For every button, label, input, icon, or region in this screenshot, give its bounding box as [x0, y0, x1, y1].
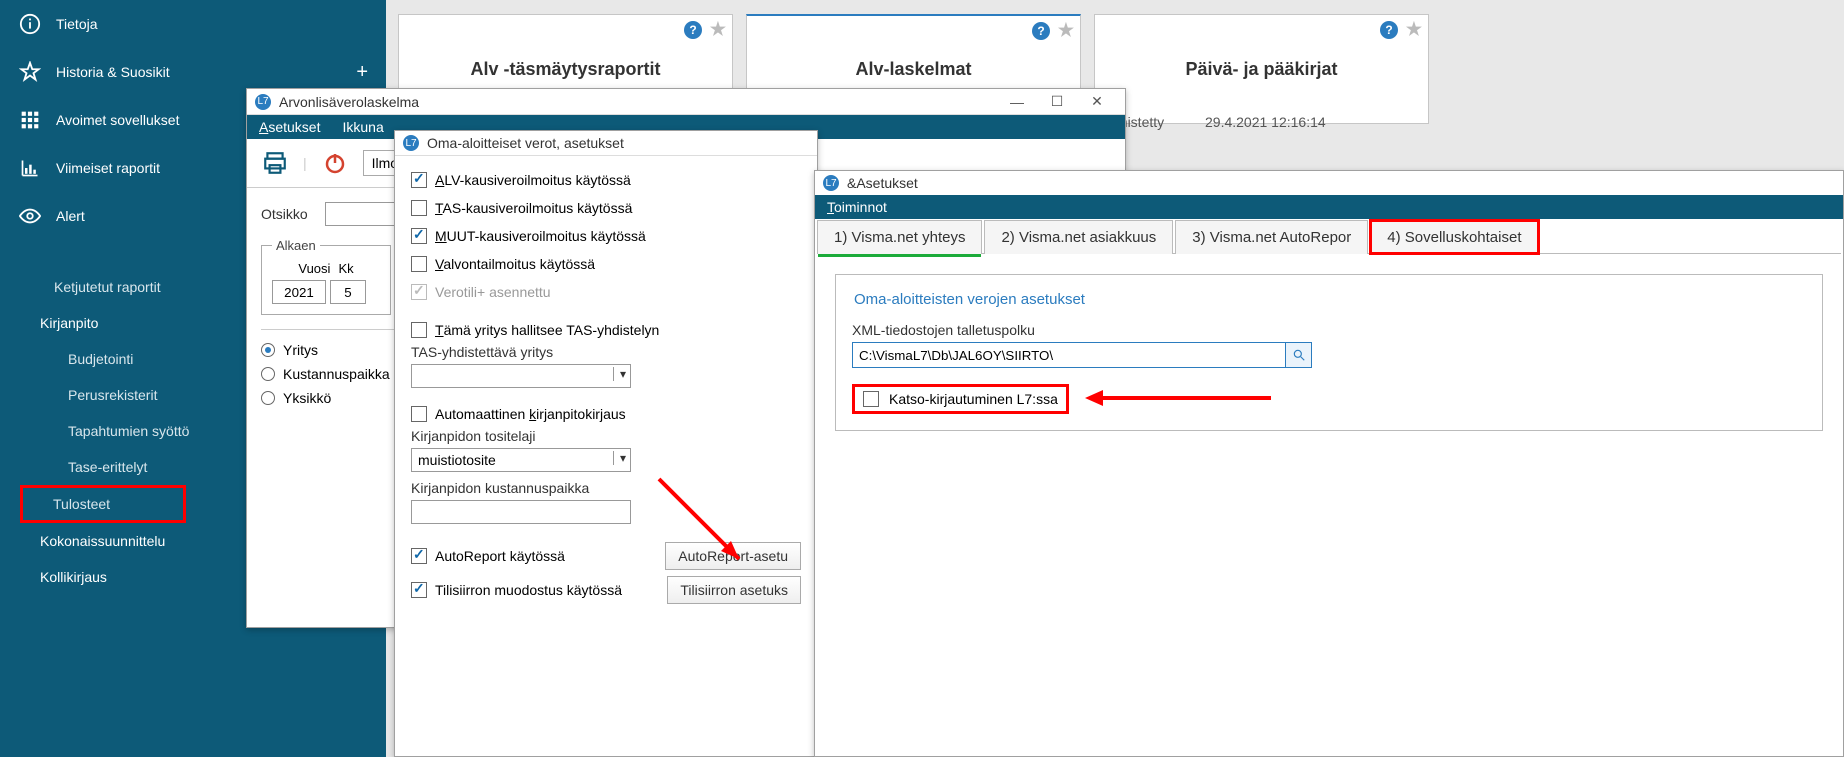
check-verotili: Verotili+ asennettu: [411, 278, 801, 306]
app-icon: L7: [255, 94, 271, 110]
tab-visma-yhteys[interactable]: 1) Visma.net yhteys: [817, 220, 982, 254]
eye-icon: [18, 204, 42, 228]
katso-label: Katso-kirjautuminen L7:ssa: [889, 391, 1058, 407]
star-icon[interactable]: ★: [1058, 20, 1074, 41]
card-title: Alv-laskelmat: [855, 59, 971, 80]
sidebar-item-label: Viimeiset raportit: [56, 160, 160, 176]
sidebar-item-label: Tietoja: [56, 16, 98, 32]
sidebar-item-label: Historia & Suosikit: [56, 64, 170, 80]
window-title: Oma-aloitteiset verot, asetukset: [427, 135, 809, 151]
print-button[interactable]: [257, 145, 293, 181]
radio-icon: [261, 343, 275, 357]
window-asetukset: L7 &Asetukset Toiminnot 1) Visma.net yht…: [814, 170, 1844, 757]
annotation-arrow: [1083, 386, 1273, 413]
check-autokirjaus[interactable]: Automaattinen kirjanpitokirjaus: [411, 400, 801, 428]
maximize-button[interactable]: ☐: [1037, 93, 1077, 110]
card-title: Alv -täsmäytysraportit: [470, 59, 660, 80]
path-input[interactable]: [852, 342, 1286, 368]
kp-input[interactable]: [411, 500, 631, 524]
check-tas[interactable]: TAS-kausiveroilmoitus käytössä: [411, 194, 801, 222]
vuosi-label: Vuosi: [298, 261, 330, 276]
window-title: &Asetukset: [847, 175, 1835, 191]
check-alv[interactable]: ALV-kausiveroilmoitus käytössä: [411, 166, 801, 194]
tas-yhdist-label: TAS-yhdistettävä yritys: [411, 344, 801, 360]
tab-visma-autoreport[interactable]: 3) Visma.net AutoRepor: [1175, 220, 1368, 254]
help-icon[interactable]: ?: [1032, 22, 1050, 40]
titlebar: L7 &Asetukset: [815, 171, 1843, 195]
minimize-button[interactable]: —: [997, 94, 1037, 110]
tab-bar: 1) Visma.net yhteys 2) Visma.net asiakku…: [817, 219, 1841, 254]
star-icon[interactable]: ★: [710, 19, 726, 40]
check-muut[interactable]: MUUT-kausiveroilmoitus käytössä: [411, 222, 801, 250]
tab-visma-asiakkuus[interactable]: 2) Visma.net asiakkuus: [984, 220, 1173, 254]
help-icon[interactable]: ?: [1380, 21, 1398, 39]
browse-button[interactable]: [1286, 342, 1312, 368]
star-icon: [18, 60, 42, 84]
chart-icon: [18, 156, 42, 180]
sidebar-item-tietoja[interactable]: Tietoja: [0, 0, 386, 48]
tab-sovelluskohtaiset[interactable]: 4) Sovelluskohtaiset: [1370, 220, 1538, 254]
power-button[interactable]: [317, 145, 353, 181]
menu-ikkuna[interactable]: Ikkuna: [342, 119, 383, 135]
help-icon[interactable]: ?: [684, 21, 702, 39]
checkbox-icon: [411, 284, 427, 300]
sidebar-sub-tulosteet[interactable]: Tulosteet: [20, 485, 186, 523]
tositelaji-label: Kirjanpidon tositelaji: [411, 428, 801, 444]
check-hallitsee[interactable]: Tämä yritys hallitsee TAS-yhdistelyn: [411, 316, 801, 344]
vuosi-input[interactable]: [272, 280, 326, 304]
annotation-arrow: [649, 469, 759, 582]
checkbox-icon: [411, 322, 427, 338]
tas-yhdist-select[interactable]: [411, 364, 631, 388]
checkbox-icon: [411, 172, 427, 188]
window-title: Arvonlisäverolaskelma: [279, 94, 997, 110]
path-label: XML-tiedostojen talletuspolku: [852, 322, 1806, 338]
alkaen-legend: Alkaen: [272, 238, 320, 253]
checkbox-icon: [411, 548, 427, 564]
tositelaji-select[interactable]: muistiotosite: [411, 448, 631, 472]
otsikko-label: Otsikko: [261, 206, 325, 222]
radio-icon: [261, 367, 275, 381]
window-oma-aloitteiset: L7 Oma-aloitteiset verot, asetukset ALV-…: [394, 130, 818, 757]
group-title: Oma-aloitteisten verojen asetukset: [848, 291, 1091, 308]
app-icon: L7: [823, 175, 839, 191]
checkbox-icon: [411, 200, 427, 216]
menubar: Toiminnot: [815, 195, 1843, 219]
checkbox-icon: [411, 406, 427, 422]
menu-asetukset[interactable]: Asetukset: [259, 119, 320, 135]
radio-icon: [261, 391, 275, 405]
menu-toiminnot[interactable]: Toiminnot: [827, 199, 887, 215]
titlebar: L7 Oma-aloitteiset verot, asetukset: [395, 131, 817, 156]
checkbox-icon: [411, 256, 427, 272]
checkbox-icon: [411, 228, 427, 244]
check-tilisiirto[interactable]: Tilisiirron muodostus käytössä: [411, 576, 622, 604]
info-icon: [18, 12, 42, 36]
otsikko-input[interactable]: [325, 202, 405, 226]
kk-label: Kk: [338, 261, 353, 276]
sidebar-item-label: Avoimet sovellukset: [56, 112, 179, 128]
grid-icon: [18, 108, 42, 132]
checkbox-icon[interactable]: [863, 391, 879, 407]
sidebar-item-label: Alert: [56, 208, 85, 224]
titlebar: L7 Arvonlisäverolaskelma — ☐ ✕: [247, 89, 1125, 115]
add-icon[interactable]: +: [356, 61, 368, 84]
app-icon: L7: [403, 135, 419, 151]
card-paiva-paakirjat[interactable]: ? ★ Päivä- ja pääkirjat: [1094, 14, 1429, 124]
close-button[interactable]: ✕: [1077, 93, 1117, 110]
card-title: Päivä- ja pääkirjat: [1185, 59, 1337, 80]
timestamp: 29.4.2021 12:16:14: [1205, 114, 1326, 130]
katso-highlight: Katso-kirjautuminen L7:ssa: [852, 384, 1069, 414]
settings-group: Oma-aloitteisten verojen asetukset XML-t…: [835, 274, 1823, 431]
kk-input[interactable]: [330, 280, 366, 304]
check-autoreport[interactable]: AutoReport käytössä: [411, 542, 565, 570]
checkbox-icon: [411, 582, 427, 598]
check-valvonta[interactable]: Valvontailmoitus käytössä: [411, 250, 801, 278]
star-icon[interactable]: ★: [1406, 19, 1422, 40]
